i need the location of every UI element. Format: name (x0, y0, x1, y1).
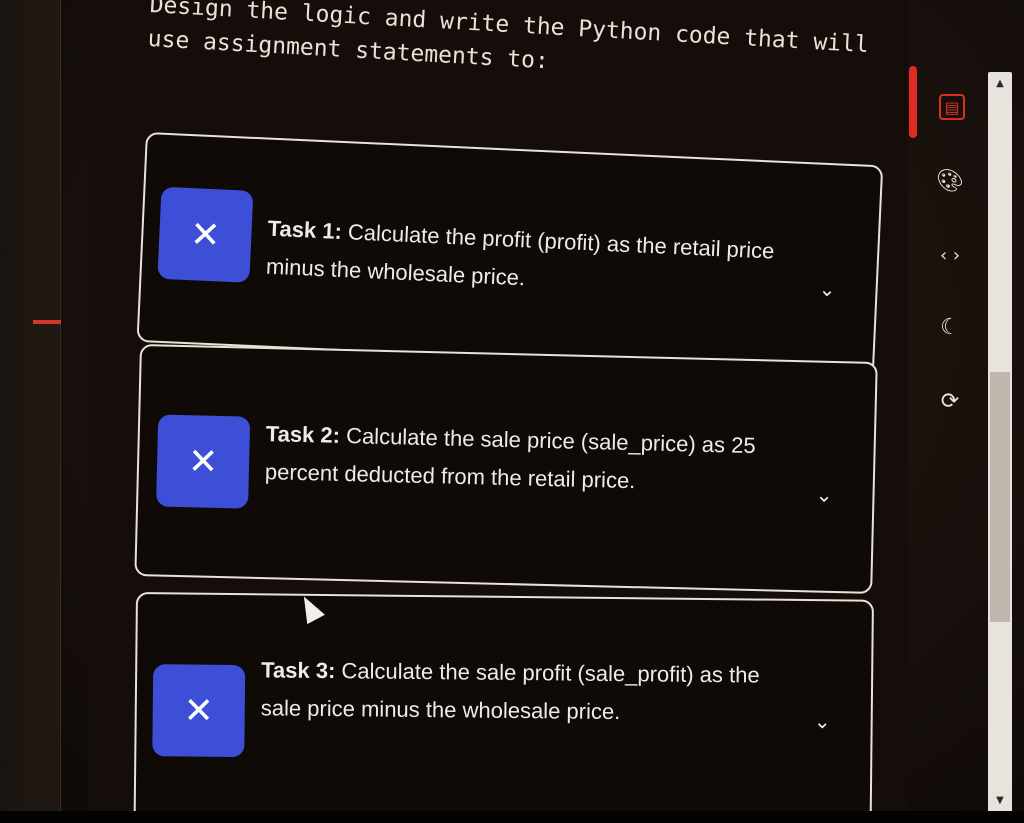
task-3-text: Task 3: Calculate the sale profit (sale_… (261, 651, 782, 732)
page: Design the logic and write the Python co… (0, 0, 1024, 823)
scroll-up-icon[interactable]: ▲ (988, 78, 1012, 89)
task-3-label: Task 3: (261, 657, 336, 684)
scrollbar[interactable]: ▲ ▼ (988, 72, 1012, 812)
task-1-label: Task 1: (267, 215, 343, 244)
task-card-1[interactable]: ✕ Task 1: Calculate the profit (profit) … (136, 132, 884, 376)
bottom-bezel (0, 811, 1024, 823)
palette-icon[interactable]: 🎨︎ (935, 166, 965, 196)
progress-indicator (909, 66, 917, 138)
task-card-3[interactable]: ✕ Task 3: Calculate the sale profit (sal… (133, 592, 874, 823)
code-icon[interactable]: ‹ › (935, 240, 965, 270)
task-2-label: Task 2: (265, 421, 341, 448)
close-icon: ✕ (152, 664, 246, 758)
dark-mode-icon[interactable]: ☾ (935, 312, 965, 342)
scroll-thumb[interactable] (990, 372, 1010, 622)
current-line-marker (33, 320, 61, 324)
task-1-description: Calculate the profit (profit) as the ret… (265, 219, 775, 291)
scroll-down-icon[interactable]: ▼ (988, 795, 1012, 806)
close-icon: ✕ (157, 186, 254, 283)
task-3-description: Calculate the sale profit (sale_profit) … (260, 658, 760, 725)
chevron-down-icon[interactable]: ⌄ (815, 483, 832, 507)
chevron-down-icon[interactable]: ⌄ (814, 709, 831, 733)
reader-mode-icon[interactable]: ▤ (939, 94, 965, 120)
task-1-text: Task 1: Calculate the profit (profit) as… (265, 210, 788, 310)
close-icon: ✕ (156, 414, 251, 509)
left-panel (0, 0, 61, 823)
chevron-down-icon[interactable]: ⌄ (818, 277, 836, 302)
side-toolbar: ▤ 🎨︎ ‹ › ☾ ⟳ (925, 90, 975, 450)
task-card-2[interactable]: ✕ Task 2: Calculate the sale price (sale… (134, 344, 878, 594)
refresh-icon[interactable]: ⟳ (935, 386, 965, 416)
task-2-text: Task 2: Calculate the sale price (sale_p… (264, 415, 786, 504)
